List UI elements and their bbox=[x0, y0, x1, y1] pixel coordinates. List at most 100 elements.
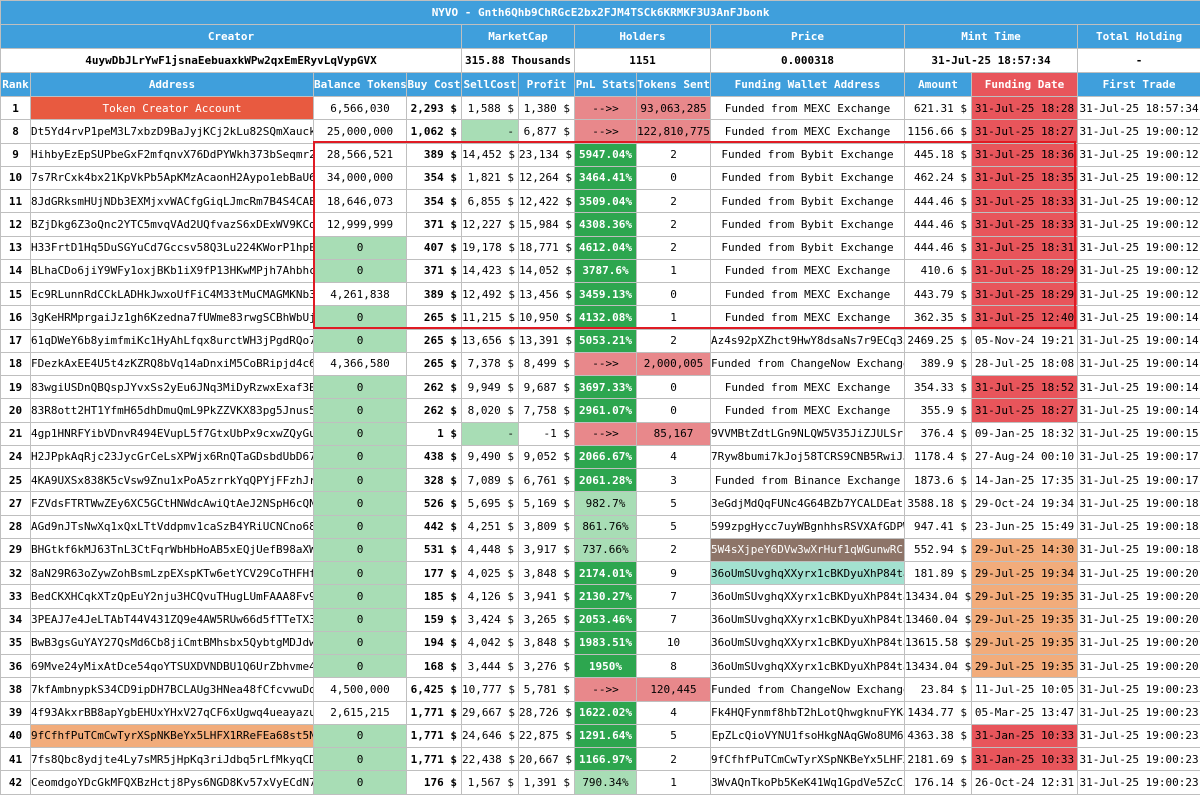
address-cell[interactable]: 8aN29R63oZywZohBsmLzpEXspKTw6etYCV29CoTH… bbox=[31, 562, 314, 585]
address-cell[interactable]: Token Creator Account bbox=[31, 97, 314, 120]
funding-wallet-cell[interactable]: Funded from MEXC Exchange bbox=[711, 306, 905, 329]
balance-cell: 28,566,521 bbox=[314, 143, 407, 166]
funding-wallet-cell[interactable]: Funded from MEXC Exchange bbox=[711, 376, 905, 399]
pnl-cell: 3464.41% bbox=[575, 166, 637, 189]
pnl-cell: 4612.04% bbox=[575, 236, 637, 259]
funding-wallet-cell[interactable]: Funded from MEXC Exchange bbox=[711, 259, 905, 282]
balance-cell: 0 bbox=[314, 376, 407, 399]
first-trade-cell: 31-Jul-25 19:00:12 bbox=[1078, 190, 1200, 213]
funding-wallet-cell[interactable]: 9VVMBtZdtLGn9NLQW5V35JiZJULSrf bbox=[711, 422, 905, 445]
address-cell[interactable]: BZjDkg6Z3oQnc2YTC5mvqVAd2UQfvazS6xDExWV9… bbox=[31, 213, 314, 236]
profit-cell: 20,667 $ bbox=[519, 748, 575, 771]
amount-cell: 355.9 $ bbox=[905, 399, 972, 422]
funding-wallet-cell[interactable]: 36oUmSUvghqXXyrx1cBKDyuXhP84ta bbox=[711, 608, 905, 631]
address-cell[interactable]: 4gp1HNRFYibVDnvR494EVupL5f7GtxUbPx9cxwZQ… bbox=[31, 422, 314, 445]
table-row: 328aN29R63oZywZohBsmLzpEXspKTw6etYCV29Co… bbox=[1, 562, 1200, 585]
amount-cell: 389.9 $ bbox=[905, 352, 972, 375]
amount-cell: 1178.4 $ bbox=[905, 445, 972, 468]
address-cell[interactable]: 4f93AkxrBB8apYgbEHUxYHxV27qCF6xUgwq4ueay… bbox=[31, 701, 314, 724]
address-cell[interactable]: 7s7RrCxk4bx21KpVkPb5ApKMzAcaonH2Aypo1ebB… bbox=[31, 166, 314, 189]
amount-cell: 13434.04 $ bbox=[905, 655, 972, 678]
address-cell[interactable]: AGd9nJTsNwXq1xQxLTtVddpmv1caSzB4YRiUCNCn… bbox=[31, 515, 314, 538]
creator-address[interactable]: 4uywDbJLrYwF1jsnaEebuaxkWPw2qxEmERyvLqVy… bbox=[1, 49, 462, 73]
address-cell[interactable]: H33FrtD1Hq5DuSGYuCd7Gccsv58Q3Lu224KWorP1… bbox=[31, 236, 314, 259]
funding-wallet-cell[interactable]: Funded from MEXC Exchange bbox=[711, 97, 905, 120]
funding-wallet-cell[interactable]: Funded from MEXC Exchange bbox=[711, 283, 905, 306]
funding-wallet-cell[interactable]: 599zpgHycc7uyWBgnhhsRSVXAfGDPW bbox=[711, 515, 905, 538]
address-cell[interactable]: 9fCfhfPuTCmCwTyrXSpNKBeYx5LHFX1RReFEa68s… bbox=[31, 724, 314, 747]
address-cell[interactable]: BLhaCDo6jiY9WFy1oxjBKb1iX9fP13HKwMPjh7Ah… bbox=[31, 259, 314, 282]
funding-wallet-cell[interactable]: Funded from MEXC Exchange bbox=[711, 120, 905, 143]
funding-wallet-cell[interactable]: 36oUmSUvghqXXyrx1cBKDyuXhP84ta bbox=[711, 631, 905, 654]
funding-wallet-cell[interactable]: 36oUmSUvghqXXyrx1cBKDyuXhP84ta bbox=[711, 585, 905, 608]
funding-wallet-cell[interactable]: Funded from ChangeNow Exchange bbox=[711, 678, 905, 701]
buy-cost-cell: 265 $ bbox=[407, 329, 462, 352]
profit-cell: 18,771 $ bbox=[519, 236, 575, 259]
address-cell[interactable]: 69Mve24yMixAtDce54qoYTSUXDVNDBU1Q6UrZbhv… bbox=[31, 655, 314, 678]
buy-cost-cell: 2,293 $ bbox=[407, 97, 462, 120]
address-cell[interactable]: 3PEAJ7e4JeLTAbT44V431ZQ9e4AW5RUw66d5fTTe… bbox=[31, 608, 314, 631]
funding-wallet-cell[interactable]: 3eGdjMdQqFUNc4G64BZb7YCALDEatu bbox=[711, 492, 905, 515]
address-cell[interactable]: 3gKeHRMprgaiJz1gh6Kzedna7fUWme83rwgSCBhW… bbox=[31, 306, 314, 329]
sell-cost-cell: 12,492 $ bbox=[462, 283, 519, 306]
col-buy-cost: Buy Cost bbox=[407, 73, 462, 97]
rank-cell: 27 bbox=[1, 492, 31, 515]
address-cell[interactable]: 7fs8Qbc8ydjte4Ly7sMR5jHpKq3riJdbq5rLfMky… bbox=[31, 748, 314, 771]
address-cell[interactable]: 61qDWeY6b8yimfmiKc1HyAhLfqx8urctWH3jPgdR… bbox=[31, 329, 314, 352]
address-cell[interactable]: 83wgiUSDnQBQspJYvxSs2yEu6JNq3MiDyRzwxExa… bbox=[31, 376, 314, 399]
address-cell[interactable]: HihbyEzEpSUPbeGxF2mfqnvX76DdPYWkh373bSeq… bbox=[31, 143, 314, 166]
funding-wallet-cell[interactable]: 9fCfhfPuTCmCwTyrXSpNKBeYx5LHFX bbox=[711, 748, 905, 771]
funding-wallet-cell[interactable]: Funded from Bybit Exchange bbox=[711, 166, 905, 189]
amount-cell: 444.46 $ bbox=[905, 236, 972, 259]
address-cell[interactable]: 7kfAmbnypkS34CD9ipDH7BCLAUg3HNea48fCfcvw… bbox=[31, 678, 314, 701]
funding-wallet-cell[interactable]: Az4s92pXZhct9HwY8dsaNs7r9ECq35 bbox=[711, 329, 905, 352]
funding-wallet-cell[interactable]: Fk4HQFynmf8hbT2hLotQhwgknuFYKa bbox=[711, 701, 905, 724]
balance-cell: 6,566,030 bbox=[314, 97, 407, 120]
table-row: 417fs8Qbc8ydjte4Ly7sMR5jHpKq3riJdbq5rLfM… bbox=[1, 748, 1200, 771]
funding-wallet-cell[interactable]: 3WvAQnTkoPb5KeK41Wq1GpdVe5ZcCx bbox=[711, 771, 905, 794]
address-cell[interactable]: 83R8ott2HT1YfmH65dhDmuQmL9PkZZVKX83pg5Jn… bbox=[31, 399, 314, 422]
funding-wallet-cell[interactable]: Funded from Bybit Exchange bbox=[711, 190, 905, 213]
table-row: 343PEAJ7e4JeLTAbT44V431ZQ9e4AW5RUw66d5fT… bbox=[1, 608, 1200, 631]
rank-cell: 41 bbox=[1, 748, 31, 771]
funding-wallet-cell[interactable]: Funded from ChangeNow Exchange bbox=[711, 352, 905, 375]
pnl-cell: 5053.21% bbox=[575, 329, 637, 352]
address-cell[interactable]: FZVdsFTRTWwZEy6XC5GCtHNWdcAwiQtAeJ2NSpH6… bbox=[31, 492, 314, 515]
funding-wallet-cell[interactable]: Funded from Bybit Exchange bbox=[711, 143, 905, 166]
buy-cost-cell: 354 $ bbox=[407, 166, 462, 189]
table-row: 1983wgiUSDnQBQspJYvxSs2yEu6JNq3MiDyRzwxE… bbox=[1, 376, 1200, 399]
funding-wallet-cell[interactable]: 7Ryw8bumi7kJoj58TCRS9CNB5RwiJJ bbox=[711, 445, 905, 468]
first-trade-cell: 31-Jul-25 19:00:12 bbox=[1078, 143, 1200, 166]
buy-cost-cell: 371 $ bbox=[407, 213, 462, 236]
profit-cell: 3,276 $ bbox=[519, 655, 575, 678]
table-row: 35BwB3gsGuYAY27QsMd6Cb8jiCmtBMhsbx5Qybtg… bbox=[1, 631, 1200, 654]
address-cell[interactable]: Dt5Yd4rvP1peM3L7xbzD9BaJyjKCj2kLu82SQmXa… bbox=[31, 120, 314, 143]
funding-wallet-cell[interactable]: 5W4sXjpeY6DVw3wXrHuf1qWGunwRCj bbox=[711, 538, 905, 561]
address-cell[interactable]: BHGtkf6kMJ63TnL3CtFqrWbHbHoAB5xEQjUefB98… bbox=[31, 538, 314, 561]
first-trade-cell: 31-Jul-25 19:00:14 bbox=[1078, 376, 1200, 399]
buy-cost-cell: 1,771 $ bbox=[407, 724, 462, 747]
address-cell[interactable]: FDezkAxEE4U5t4zKZRQ8bVq14aDnxiM5CoBRipjd… bbox=[31, 352, 314, 375]
funding-wallet-cell[interactable]: 36oUmSUvghqXXyrx1cBKDyuXhP84ta bbox=[711, 655, 905, 678]
amount-cell: 1873.6 $ bbox=[905, 469, 972, 492]
address-cell[interactable]: 8JdGRksmHUjNDb3EXMjxvWACfgGiqLJmcRm7B4S4… bbox=[31, 190, 314, 213]
funding-date-cell: 31-Jan-25 10:33 bbox=[972, 724, 1078, 747]
address-cell[interactable]: BwB3gsGuYAY27QsMd6Cb8jiCmtBMhsbx5QybtgMD… bbox=[31, 631, 314, 654]
funding-date-cell: 31-Jul-25 18:35 bbox=[972, 166, 1078, 189]
address-cell[interactable]: CeomdgoYDcGkMFQXBzHctj8Pys6NGD8Kv57xVyEC… bbox=[31, 771, 314, 794]
address-cell[interactable]: Ec9RLunnRdCCkLADHkJwxoUfFiC4M33tMuCMAGMK… bbox=[31, 283, 314, 306]
funding-wallet-cell[interactable]: Funded from Bybit Exchange bbox=[711, 213, 905, 236]
buy-cost-cell: 407 $ bbox=[407, 236, 462, 259]
price-value: 0.000318 bbox=[711, 49, 905, 73]
address-cell[interactable]: H2JPpkAqRjc23JycGrCeLsXPWjx6RnQTaGDsbdUb… bbox=[31, 445, 314, 468]
amount-cell: 552.94 $ bbox=[905, 538, 972, 561]
balance-cell: 34,000,000 bbox=[314, 166, 407, 189]
address-cell[interactable]: 4KA9UXSx838K5cVsw9Znu1xPoA5zrrkYqQPYjFFz… bbox=[31, 469, 314, 492]
sell-cost-cell: 13,656 $ bbox=[462, 329, 519, 352]
address-cell[interactable]: BedCKXHCqkXTzQpEuY2nju3HCQvuTHugLUmFAAA8… bbox=[31, 585, 314, 608]
funding-wallet-cell[interactable]: Funded from MEXC Exchange bbox=[711, 399, 905, 422]
funding-wallet-cell[interactable]: Funded from Bybit Exchange bbox=[711, 236, 905, 259]
funding-wallet-cell[interactable]: Funded from Binance Exchange bbox=[711, 469, 905, 492]
funding-wallet-cell[interactable]: EpZLcQioVYNU1fsoHkgNAqGWo8UM6 bbox=[711, 724, 905, 747]
funding-wallet-cell[interactable]: 36oUmSUvghqXXyrx1cBKDyuXhP84ta bbox=[711, 562, 905, 585]
